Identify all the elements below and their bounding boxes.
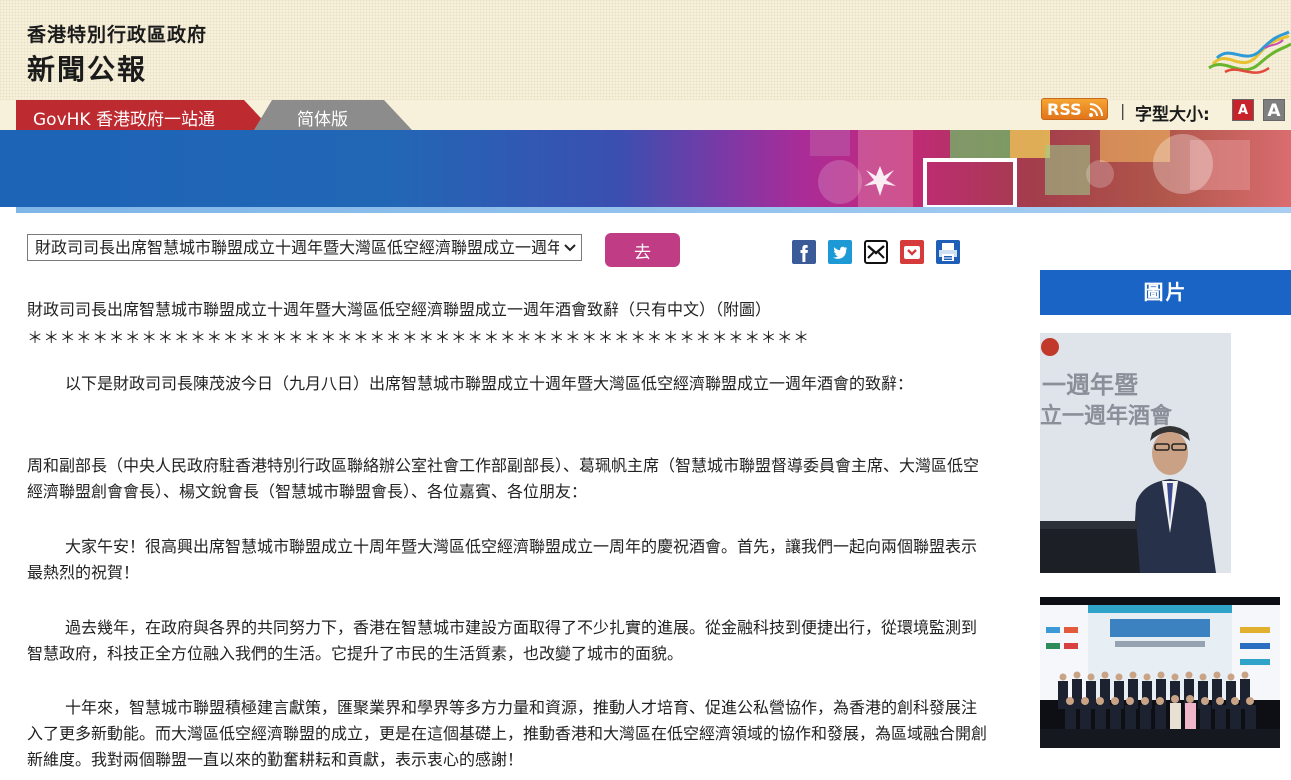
- govhk-link-tab[interactable]: GovHK 香港政府一站通: [16, 100, 272, 130]
- go-button[interactable]: 去: [605, 233, 680, 267]
- twitter-icon[interactable]: [828, 240, 852, 264]
- pictures-section-header: 圖片: [1040, 270, 1291, 315]
- decorative-banner: [0, 130, 1291, 207]
- article-select-dropdown[interactable]: 財政司司長出席智慧城市聯盟成立十週年暨大灣區低空經濟聯盟成立一週年酒會致辭（只有…: [27, 234, 582, 261]
- photo-speaker-at-podium: 一週年暨 立一週年酒會: [1040, 333, 1231, 573]
- article-paragraph: 大家午安！很高興出席智慧城市聯盟成立十周年暨大灣區低空經濟聯盟成立一周年的慶祝酒…: [27, 537, 978, 582]
- backdrop-text-line2: 立一週年酒會: [1040, 403, 1173, 429]
- backdrop-text-line1: 一週年暨: [1042, 371, 1138, 399]
- government-name: 香港特別行政區政府: [27, 24, 208, 46]
- photo-group-on-stage: [1040, 597, 1280, 748]
- print-icon[interactable]: [936, 240, 960, 264]
- rss-label: RSS: [1047, 100, 1082, 119]
- facebook-icon[interactable]: [792, 240, 816, 264]
- brand-hong-kong-logo[interactable]: [1205, 30, 1291, 82]
- article-title-divider: ＊＊＊＊＊＊＊＊＊＊＊＊＊＊＊＊＊＊＊＊＊＊＊＊＊＊＊＊＊＊＊＊＊＊＊＊＊＊＊＊…: [27, 328, 810, 347]
- simplified-chinese-tab[interactable]: 简体版: [254, 100, 412, 130]
- simplified-tab-label: 简体版: [297, 110, 348, 130]
- chevron-down-icon: [559, 235, 581, 260]
- press-releases-title[interactable]: 新聞公報: [27, 48, 147, 88]
- article-title: 財政司司長出席智慧城市聯盟成立十週年暨大灣區低空經濟聯盟成立一週年酒會致辭（只有…: [27, 300, 772, 319]
- rss-button[interactable]: RSS: [1041, 98, 1108, 120]
- article-select-value: 財政司司長出席智慧城市聯盟成立十週年暨大灣區低空經濟聯盟成立一週年酒會致辭（只有…: [35, 238, 582, 257]
- govhk-tab-label: GovHK 香港政府一站通: [33, 110, 215, 130]
- bookmark-icon[interactable]: [900, 240, 924, 264]
- rss-feed-icon: [1089, 103, 1103, 117]
- font-size-small-button[interactable]: A: [1232, 99, 1254, 121]
- site-header: 香港特別行政區政府 新聞公報: [0, 0, 1291, 100]
- article-paragraph: 十年來，智慧城市聯盟積極建言獻策，匯聚業界和學界等多方力量和資源，推動人才培育、…: [27, 698, 988, 769]
- toolbar-separator: |: [1120, 101, 1126, 120]
- group-photo[interactable]: [1040, 597, 1280, 748]
- email-icon[interactable]: [864, 240, 888, 264]
- article-paragraph: 以下是財政司司長陳茂波今日（九月八日）出席智慧城市聯盟成立十週年暨大灣區低空經濟…: [65, 374, 914, 393]
- banner-bottom-strip: [16, 207, 1291, 213]
- article-paragraph: 周和副部長（中央人民政府駐香港特別行政區聯絡辦公室社會工作部副部長）、葛珮帆主席…: [27, 456, 980, 501]
- font-size-label: 字型大小:: [1135, 105, 1210, 125]
- banner-pattern-graphic: [810, 130, 1250, 207]
- article-paragraph: 過去幾年，在政府與各界的共同努力下，香港在智慧城市建設方面取得了不少扎實的進展。…: [27, 618, 978, 663]
- font-size-large-button[interactable]: A: [1263, 99, 1285, 121]
- speech-photo[interactable]: 一週年暨 立一週年酒會: [1040, 333, 1231, 573]
